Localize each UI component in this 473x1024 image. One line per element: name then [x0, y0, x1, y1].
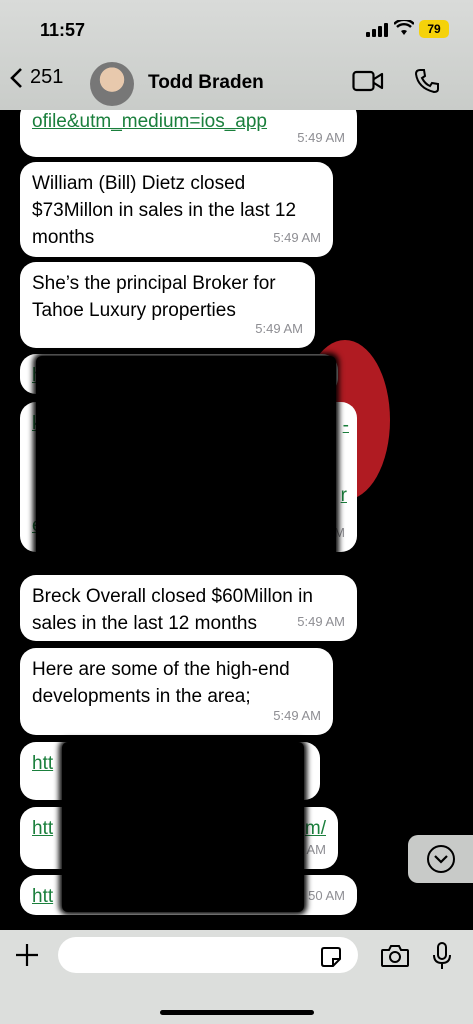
- message-link[interactable]: ofile&utm_medium=ios_app: [32, 111, 267, 132]
- message-text: William (Bill) Dietz closed $73Millon in…: [32, 173, 297, 248]
- redaction-block: [62, 742, 304, 912]
- message-time: 50 AM: [308, 888, 345, 903]
- message-time: 5:49 AM: [273, 708, 321, 723]
- message-time: 5:49 AM: [297, 130, 345, 145]
- phone-icon[interactable]: [414, 68, 440, 94]
- battery-indicator: 79: [419, 20, 449, 38]
- message-input[interactable]: [58, 937, 358, 973]
- message-bubble[interactable]: She’s the principal Broker for Tahoe Lux…: [20, 262, 315, 348]
- signal-icon: [366, 23, 388, 37]
- message-text: Here are some of the high-end developmen…: [32, 659, 290, 707]
- status-time: 11:57: [40, 20, 86, 40]
- message-time: 5:49 AM: [273, 230, 321, 245]
- chevron-left-icon: [10, 67, 22, 88]
- plus-icon[interactable]: [14, 942, 40, 968]
- wifi-icon: [394, 20, 414, 35]
- sticker-icon[interactable]: [320, 946, 342, 968]
- message-text: Breck Overall closed $60Millon in sales …: [32, 586, 313, 634]
- top-bar: 11:57 79 251 Todd Braden: [0, 0, 473, 110]
- message-bubble[interactable]: Here are some of the high-end developmen…: [20, 648, 333, 735]
- message-bubble[interactable]: ofile&utm_medium=ios_app 5:49 AM: [20, 110, 357, 157]
- message-bubble[interactable]: Breck Overall closed $60Millon in sales …: [20, 575, 357, 641]
- scroll-to-bottom-button[interactable]: [408, 835, 473, 883]
- message-time: AM: [306, 842, 327, 857]
- message-link[interactable]: htt: [32, 753, 53, 774]
- message-link[interactable]: htt: [32, 818, 53, 839]
- avatar[interactable]: [90, 62, 134, 106]
- message-text: She’s the principal Broker for Tahoe Lux…: [32, 273, 276, 321]
- contact-name[interactable]: Todd Braden: [148, 72, 264, 94]
- home-indicator: [160, 1010, 314, 1015]
- back-button[interactable]: 251: [10, 66, 63, 89]
- camera-icon[interactable]: [380, 944, 410, 968]
- message-link[interactable]: htt: [32, 886, 53, 907]
- message-time: 5:49 AM: [297, 614, 345, 629]
- video-icon[interactable]: [352, 70, 384, 92]
- message-link-fragment[interactable]: r: [341, 482, 347, 509]
- chevron-down-icon: [426, 845, 455, 873]
- message-time: 5:49 AM: [255, 321, 303, 336]
- redaction-block: [36, 356, 336, 568]
- message-bubble[interactable]: William (Bill) Dietz closed $73Millon in…: [20, 162, 333, 257]
- chat-area[interactable]: ofile&utm_medium=ios_app 5:49 AM William…: [0, 110, 473, 930]
- unread-count: 251: [30, 66, 64, 88]
- microphone-icon[interactable]: [432, 941, 452, 971]
- input-bar: [0, 930, 473, 1024]
- message-link-fragment[interactable]: -: [343, 412, 349, 439]
